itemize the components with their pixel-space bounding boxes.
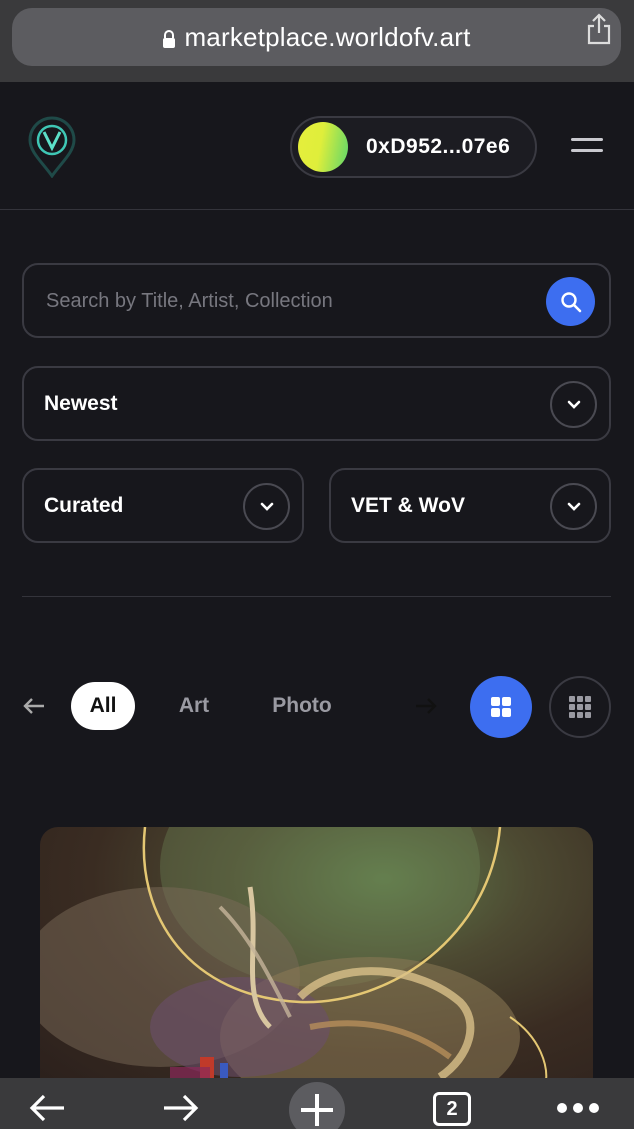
grid-small-view-button[interactable] xyxy=(549,676,611,738)
browser-address-bar: marketplace.worldofv.art xyxy=(0,0,634,82)
filter-divider xyxy=(22,596,611,597)
more-icon[interactable] xyxy=(556,1102,600,1114)
wov-logo[interactable] xyxy=(28,116,76,178)
tab-count: 2 xyxy=(446,1097,458,1120)
grid-large-view-button[interactable] xyxy=(470,676,532,738)
menu-icon[interactable] xyxy=(571,138,603,156)
header-divider xyxy=(0,209,634,210)
wallet-button[interactable]: 0xD952...07e6 xyxy=(290,116,537,178)
marketplace-page: 0xD952...07e6 Newest Curated VET & WoV xyxy=(0,82,634,1087)
curation-label: Curated xyxy=(44,493,124,517)
chevron-down-icon[interactable] xyxy=(550,483,597,530)
search-button[interactable] xyxy=(546,277,595,326)
artwork-card[interactable] xyxy=(40,827,593,1087)
avatar xyxy=(298,122,348,172)
search-input[interactable] xyxy=(46,283,526,319)
lock-icon xyxy=(163,30,176,48)
sort-label: Newest xyxy=(44,391,118,415)
grid-small-icon xyxy=(569,696,591,718)
url-text: marketplace.worldofv.art xyxy=(184,21,471,52)
plus-icon xyxy=(301,1094,333,1126)
back-icon[interactable] xyxy=(28,1092,66,1124)
currency-label: VET & WoV xyxy=(351,493,465,517)
grid-large-icon xyxy=(491,697,511,717)
url-field[interactable]: marketplace.worldofv.art xyxy=(12,8,621,66)
currency-dropdown[interactable]: VET & WoV xyxy=(329,468,611,543)
sort-dropdown[interactable]: Newest xyxy=(22,366,611,441)
search-bar xyxy=(22,263,611,338)
forward-icon[interactable] xyxy=(162,1092,200,1124)
share-icon[interactable] xyxy=(586,13,612,45)
arrow-left-icon[interactable] xyxy=(22,696,46,716)
browser-toolbar: 2 xyxy=(0,1078,634,1129)
chevron-down-icon[interactable] xyxy=(550,381,597,428)
curation-dropdown[interactable]: Curated xyxy=(22,468,304,543)
new-tab-button[interactable] xyxy=(289,1082,345,1129)
arrow-right-icon[interactable] xyxy=(414,696,438,716)
wallet-address: 0xD952...07e6 xyxy=(366,135,511,158)
artwork-image xyxy=(40,827,548,1087)
tab-all[interactable]: All xyxy=(71,682,135,730)
tabs-button[interactable]: 2 xyxy=(433,1092,471,1126)
tab-art[interactable]: Art xyxy=(166,682,222,730)
chevron-down-icon[interactable] xyxy=(243,483,290,530)
tab-photo[interactable]: Photo xyxy=(262,682,342,730)
search-icon xyxy=(560,291,581,312)
